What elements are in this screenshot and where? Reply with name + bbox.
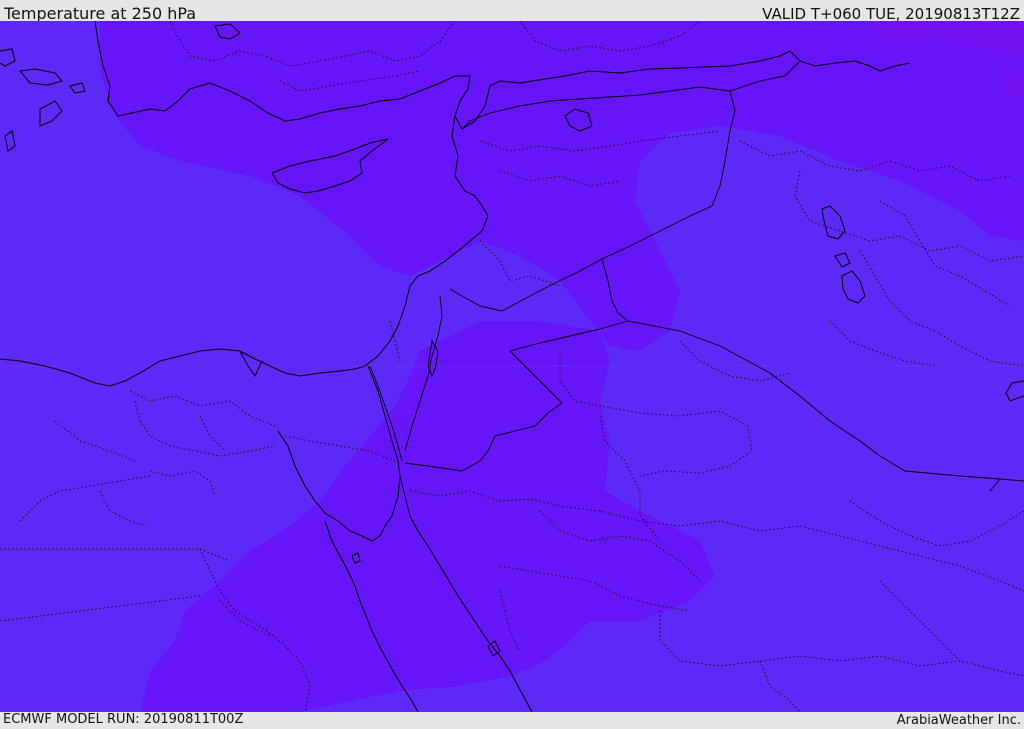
- map-canvas[interactable]: [0, 21, 1024, 712]
- credit-text: ArabiaWeather Inc.: [896, 713, 1021, 728]
- footer-bar: ECMWF MODEL RUN: 20190811T00Z ArabiaWeat…: [0, 712, 1024, 729]
- header-bar: Temperature at 250 hPa VALID T+060 TUE, …: [0, 0, 1024, 23]
- model-run: ECMWF MODEL RUN: 20190811T00Z: [3, 712, 244, 727]
- temperature-map[interactable]: [0, 21, 1024, 712]
